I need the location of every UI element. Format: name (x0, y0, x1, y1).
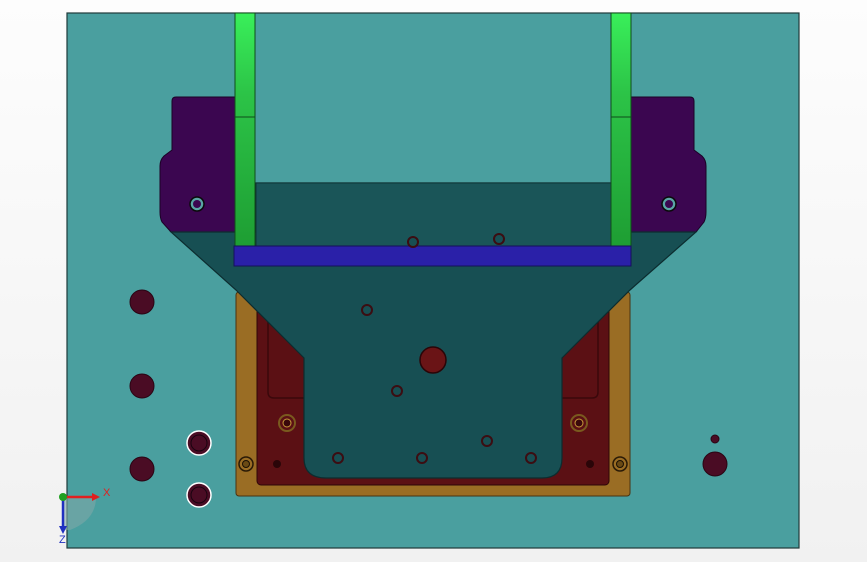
cad-model-view[interactable]: X Z (0, 0, 867, 562)
block-hole-left-inner (193, 200, 201, 208)
triad-x-label: X (103, 487, 111, 499)
green-rail-left (234, 12, 256, 247)
triad-z-label: Z (59, 534, 66, 546)
cad-viewport[interactable]: X Z (0, 0, 867, 562)
blue-cross-bar (233, 245, 632, 267)
block-hole-right-inner (665, 200, 673, 208)
center-hole (419, 346, 447, 374)
triad-y-dot (59, 493, 67, 501)
green-rail-right (610, 12, 632, 247)
funnel-upper-panel (255, 182, 612, 247)
